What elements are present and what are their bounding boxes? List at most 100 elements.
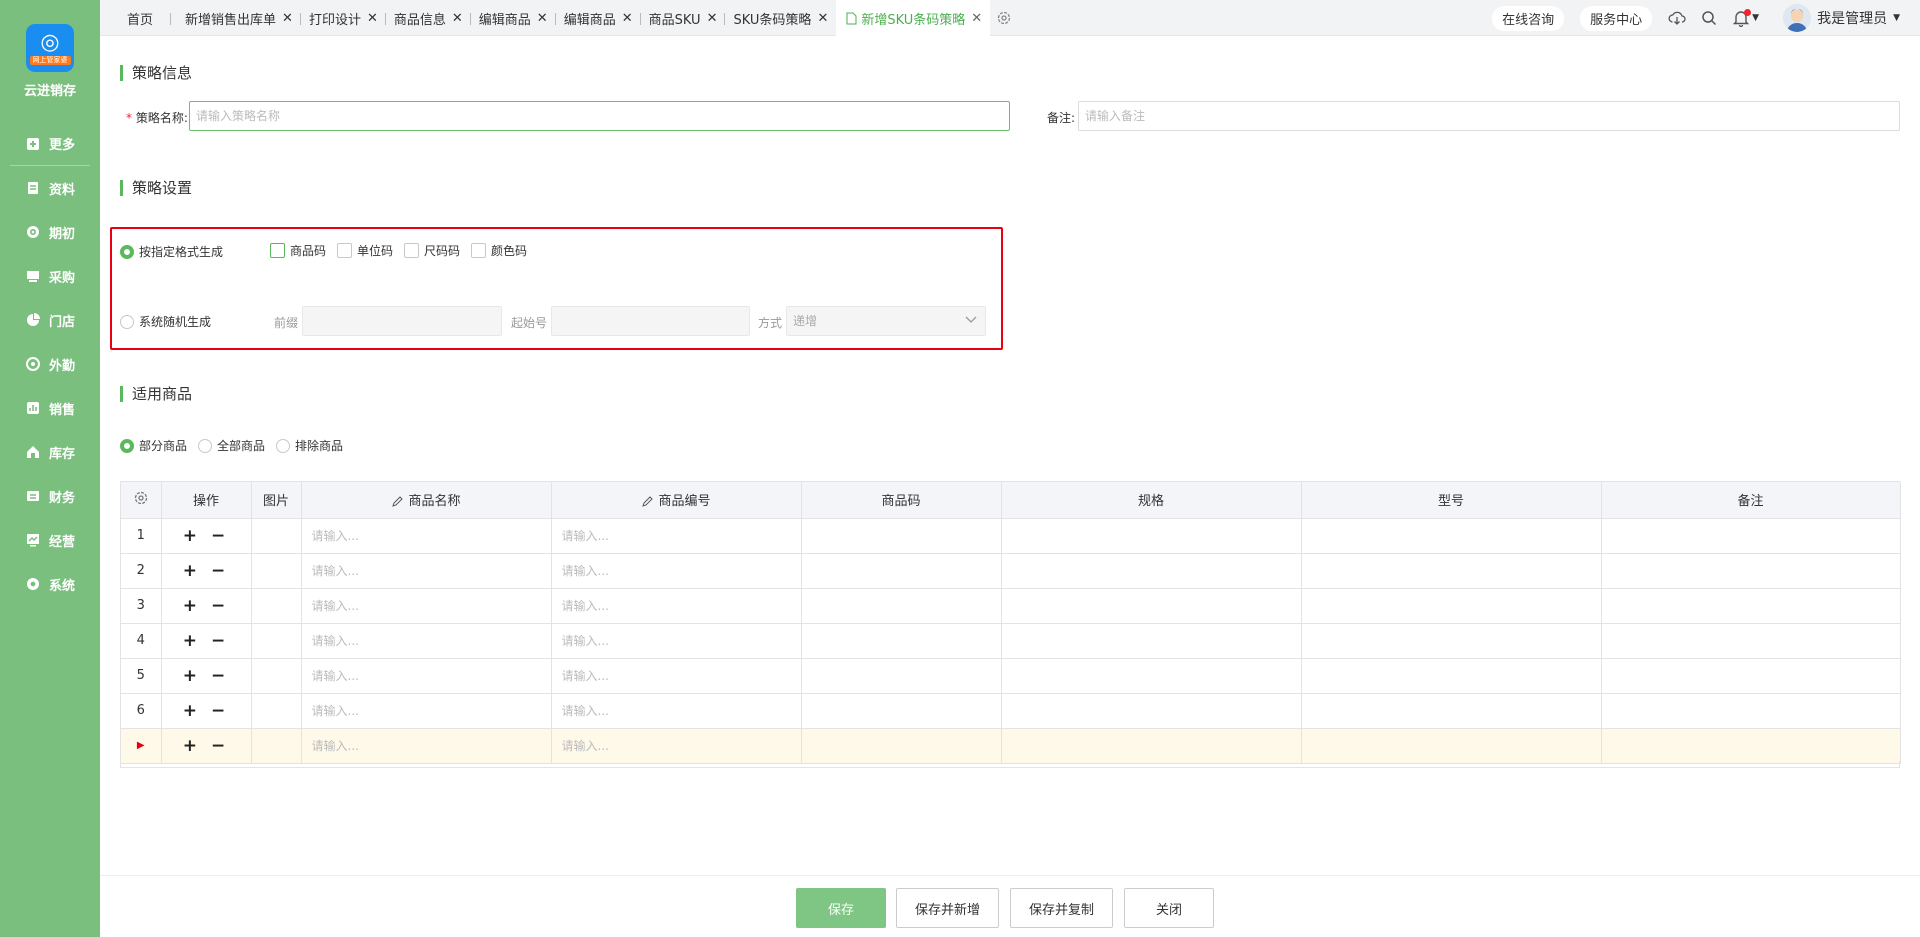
spec-cell[interactable] [1001,693,1302,729]
search-icon[interactable] [1700,9,1718,27]
sidebar-item-business[interactable]: 经营 [0,518,100,562]
tab-settings-gear-icon[interactable] [996,10,1012,26]
product-code-cell[interactable] [801,588,1002,624]
close-icon[interactable]: ✕ [707,11,718,26]
sidebar-item-inventory[interactable]: 库存 [0,430,100,474]
remark-cell[interactable] [1601,658,1901,694]
sidebar-item-store[interactable]: 门店 [0,298,100,342]
sidebar-item-more[interactable]: 更多 [10,122,90,166]
close-icon[interactable]: ✕ [537,11,548,26]
remark-cell[interactable] [1601,588,1901,624]
tab-sku-barcode-strategy[interactable]: SKU条码策略 ✕ [725,0,836,36]
remark-cell[interactable] [1601,553,1901,589]
spec-cell[interactable] [1001,518,1302,554]
radio-format-generate[interactable]: 按指定格式生成 [120,243,223,260]
tab-new-sku-barcode-strategy[interactable]: 新增SKU条码策略 ✕ [836,0,991,36]
image-cell[interactable] [251,553,302,589]
product-name-cell[interactable]: 请输入... [301,623,552,659]
product-number-cell[interactable]: 请输入... [551,658,802,694]
save-and-copy-button[interactable]: 保存并复制 [1010,888,1113,928]
row-add-remove-buttons[interactable]: + − [161,553,252,589]
radio-button[interactable] [198,438,212,453]
add-remove-icons[interactable]: + − [183,701,229,721]
remark-cell[interactable] [1601,693,1901,729]
model-cell[interactable] [1301,588,1602,624]
app-logo[interactable]: ◎ 网上管家婆 [26,24,74,72]
product-name-cell[interactable]: 请输入... [301,728,552,764]
sidebar-item-finance[interactable]: 财务 [0,474,100,518]
tab-edit-product-1[interactable]: 编辑商品 ✕ [471,0,556,36]
sidebar-item-opening[interactable]: 期初 [0,210,100,254]
product-code-cell[interactable] [801,728,1002,764]
checkbox-product-code[interactable]: 商品码 [270,242,326,259]
add-remove-icons[interactable]: + − [183,561,229,581]
checkbox[interactable] [404,243,419,258]
close-icon[interactable]: ✕ [971,11,982,26]
image-cell[interactable] [251,658,302,694]
model-cell[interactable] [1301,693,1602,729]
sidebar-item-purchase[interactable]: 采购 [0,254,100,298]
bell-icon[interactable] [1732,9,1752,27]
row-add-remove-buttons[interactable]: + − [161,693,252,729]
table-settings-gear-icon[interactable] [121,482,162,519]
strategy-name-input[interactable]: 请输入策略名称 [189,101,1010,131]
close-icon[interactable]: ✕ [452,11,463,26]
close-icon[interactable]: ✕ [622,11,633,26]
model-cell[interactable] [1301,728,1602,764]
save-button[interactable]: 保存 [796,888,886,928]
tab-product-sku[interactable]: 商品SKU ✕ [641,0,726,36]
add-remove-icons[interactable]: + − [183,736,229,756]
product-code-cell[interactable] [801,518,1002,554]
image-cell[interactable] [251,623,302,659]
row-add-remove-buttons[interactable]: + − [161,658,252,694]
product-number-cell[interactable]: 请输入... [551,693,802,729]
online-consult-button[interactable]: 在线咨询 [1492,5,1565,31]
close-icon[interactable]: ✕ [367,11,378,26]
product-number-cell[interactable]: 请输入... [551,553,802,589]
remark-input[interactable]: 请输入备注 [1078,101,1900,131]
tab-edit-product-2[interactable]: 编辑商品 ✕ [556,0,641,36]
image-cell[interactable] [251,693,302,729]
spec-cell[interactable] [1001,728,1302,764]
product-name-cell[interactable]: 请输入... [301,553,552,589]
model-cell[interactable] [1301,658,1602,694]
sidebar-item-data[interactable]: 资料 [0,166,100,210]
spec-cell[interactable] [1001,658,1302,694]
checkbox-size-code[interactable]: 尺码码 [404,242,460,259]
product-number-cell[interactable]: 请输入... [551,518,802,554]
user-name[interactable]: 我是管理员 [1817,8,1887,28]
model-cell[interactable] [1301,623,1602,659]
row-add-remove-buttons[interactable]: + − [161,518,252,554]
checkbox[interactable] [471,243,486,258]
product-number-cell[interactable]: 请输入... [551,588,802,624]
add-remove-icons[interactable]: + − [183,596,229,616]
remark-cell[interactable] [1601,518,1901,554]
product-code-cell[interactable] [801,623,1002,659]
sidebar-item-system[interactable]: 系统 [0,562,100,606]
start-number-input[interactable] [551,306,750,336]
remark-cell[interactable] [1601,728,1901,764]
radio-button[interactable] [276,438,290,453]
image-cell[interactable] [251,588,302,624]
product-code-cell[interactable] [801,553,1002,589]
service-center-button[interactable]: 服务中心 [1580,5,1653,31]
table-scrollbar-track[interactable] [120,761,1900,768]
spec-cell[interactable] [1001,588,1302,624]
tab-product-info[interactable]: 商品信息 ✕ [386,0,471,36]
product-number-cell[interactable]: 请输入... [551,623,802,659]
close-button[interactable]: 关闭 [1124,888,1214,928]
row-add-remove-buttons[interactable]: + − [161,728,252,764]
checkbox[interactable] [337,243,352,258]
radio-partial-products[interactable]: 部分商品 [120,437,187,454]
product-name-cell[interactable]: 请输入... [301,518,552,554]
tab-print-design[interactable]: 打印设计 ✕ [301,0,386,36]
chevron-down-icon[interactable]: ▼ [1893,13,1900,23]
radio-random-generate[interactable]: 系统随机生成 [120,313,211,330]
spec-cell[interactable] [1001,553,1302,589]
add-remove-icons[interactable]: + − [183,526,229,546]
product-code-cell[interactable] [801,693,1002,729]
radio-button[interactable] [120,438,134,453]
remark-cell[interactable] [1601,623,1901,659]
chevron-down-icon[interactable]: ▼ [1752,13,1759,23]
prefix-input[interactable] [302,306,502,336]
